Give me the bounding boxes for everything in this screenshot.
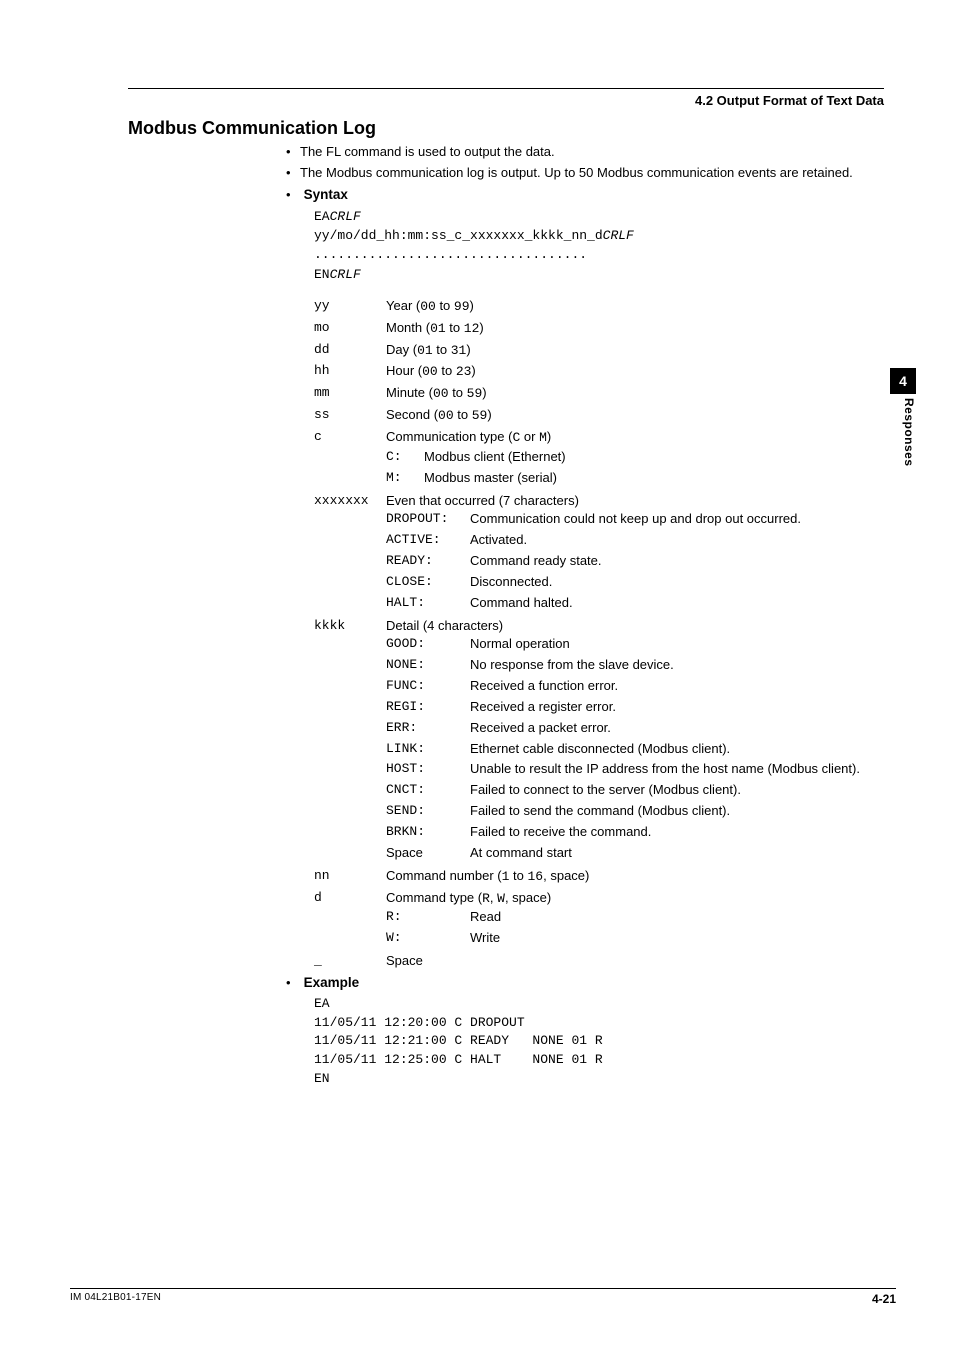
- def-kk-none: NONE:No response from the slave device.: [386, 656, 884, 675]
- def-kkkk: kkkk Detail (4 characters) GOOD:Normal o…: [314, 617, 884, 865]
- body-content: The FL command is used to output the dat…: [286, 143, 884, 1089]
- example-lines: EA 11/05/11 12:20:00 C DROPOUT 11/05/11 …: [314, 995, 884, 1089]
- def-mm: mm Minute (00 to 59): [314, 384, 884, 404]
- def-kk-link: LINK:Ethernet cable disconnected (Modbus…: [386, 740, 884, 759]
- intro-bullet-1: The FL command is used to output the dat…: [286, 143, 884, 162]
- def-kk-brkn: BRKN:Failed to receive the command.: [386, 823, 884, 842]
- def-kk-send: SEND:Failed to send the command (Modbus …: [386, 802, 884, 821]
- def-mo: mo Month (01 to 12): [314, 319, 884, 339]
- def-hh: hh Hour (00 to 23): [314, 362, 884, 382]
- intro-list: The FL command is used to output the dat…: [286, 143, 884, 1089]
- page-footer: IM 04L21B01-17EN 4-21: [70, 1288, 896, 1306]
- def-d-W: W:Write: [386, 929, 884, 948]
- syntax-block: EACRLF yy/mo/dd_hh:mm:ss_c_xxxxxxx_kkkk_…: [314, 207, 884, 285]
- syntax-line-1: EACRLF: [314, 207, 884, 227]
- def-kk-host: HOST:Unable to result the IP address fro…: [386, 760, 884, 779]
- def-nn: nn Command number (1 to 16, space): [314, 867, 884, 887]
- syntax-item: Syntax EACRLF yy/mo/dd_hh:mm:ss_c_xxxxxx…: [286, 185, 884, 971]
- chapter-tab: 4: [890, 368, 916, 394]
- example-heading: Example: [304, 975, 360, 990]
- def-c-M: M:Modbus master (serial): [386, 469, 884, 488]
- syntax-heading: Syntax: [304, 187, 348, 202]
- definitions: yy Year (00 to 99) mo Month (01 to 12) d…: [314, 297, 884, 971]
- chapter-number: 4: [899, 373, 907, 389]
- def-c: c Communication type (C or M) C:Modbus c…: [314, 428, 884, 490]
- def-underscore: _ Space: [314, 952, 884, 971]
- def-kk-space: SpaceAt command start: [386, 844, 884, 863]
- syntax-line-3: ...................................: [314, 246, 884, 265]
- def-ss: ss Second (00 to 59): [314, 406, 884, 426]
- def-xx-dropout: DROPOUT:Communication could not keep up …: [386, 510, 884, 529]
- def-xx-ready: READY:Command ready state.: [386, 552, 884, 571]
- page-number: 4-21: [872, 1292, 896, 1306]
- doc-id: IM 04L21B01-17EN: [70, 1292, 161, 1306]
- page: 4.2 Output Format of Text Data Modbus Co…: [0, 0, 954, 1350]
- def-d: d Command type (R, W, space) R:Read W:Wr…: [314, 889, 884, 951]
- example-block: EA 11/05/11 12:20:00 C DROPOUT 11/05/11 …: [314, 995, 884, 1089]
- header-rule: [128, 88, 884, 89]
- def-kk-func: FUNC:Received a function error.: [386, 677, 884, 696]
- syntax-line-2: yy/mo/dd_hh:mm:ss_c_xxxxxxx_kkkk_nn_dCRL…: [314, 226, 884, 246]
- def-xx-close: CLOSE:Disconnected.: [386, 573, 884, 592]
- def-kk-regi: REGI:Received a register error.: [386, 698, 884, 717]
- def-yy: yy Year (00 to 99): [314, 297, 884, 317]
- footer-rule: [70, 1288, 896, 1289]
- def-d-R: R:Read: [386, 908, 884, 927]
- chapter-label: Responses: [902, 398, 916, 467]
- def-kk-err: ERR:Received a packet error.: [386, 719, 884, 738]
- def-xx-halt: HALT:Command halted.: [386, 594, 884, 613]
- page-title: Modbus Communication Log: [128, 118, 884, 139]
- def-xxxxxxx: xxxxxxx Even that occurred (7 characters…: [314, 492, 884, 615]
- example-item: Example EA 11/05/11 12:20:00 C DROPOUT 1…: [286, 973, 884, 1089]
- running-header: 4.2 Output Format of Text Data: [128, 93, 884, 108]
- syntax-line-4: ENCRLF: [314, 265, 884, 285]
- def-kk-good: GOOD:Normal operation: [386, 635, 884, 654]
- section-title: 4.2 Output Format of Text Data: [695, 93, 884, 108]
- def-xx-active: ACTIVE:Activated.: [386, 531, 884, 550]
- intro-bullet-2: The Modbus communication log is output. …: [286, 164, 884, 183]
- def-kk-cnct: CNCT:Failed to connect to the server (Mo…: [386, 781, 884, 800]
- def-dd: dd Day (01 to 31): [314, 341, 884, 361]
- def-c-C: C:Modbus client (Ethernet): [386, 448, 884, 467]
